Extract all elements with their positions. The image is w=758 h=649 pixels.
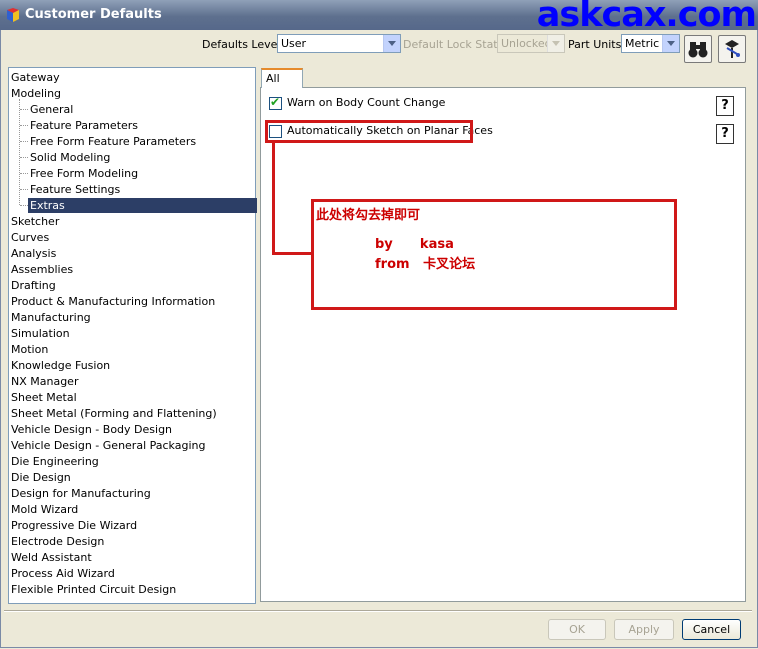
tree-branch <box>20 125 28 126</box>
tree-item-electrode-design[interactable]: Electrode Design <box>11 534 104 549</box>
find-button[interactable] <box>684 35 712 63</box>
tree-item-sketcher[interactable]: Sketcher <box>11 214 59 229</box>
tree-item-curves[interactable]: Curves <box>11 230 49 245</box>
part-units-select[interactable]: Metric <box>621 34 680 53</box>
lock-state-label: Default Lock State <box>403 38 505 51</box>
chevron-down-icon[interactable] <box>383 35 400 52</box>
tab-all-label: All <box>266 72 280 85</box>
tree-item-feature-parameters[interactable]: Feature Parameters <box>30 118 138 133</box>
tree-item-progressive-die-wizard[interactable]: Progressive Die Wizard <box>11 518 137 533</box>
binoculars-icon <box>688 42 708 58</box>
apply-button[interactable]: Apply <box>614 619 674 640</box>
window-title: Customer Defaults <box>25 7 162 22</box>
defaults-level-label: Defaults Level <box>202 38 281 51</box>
chevron-down-icon[interactable] <box>547 35 564 52</box>
cancel-button[interactable]: Cancel <box>682 619 741 640</box>
tree-item-free-form-feature-parameters[interactable]: Free Form Feature Parameters <box>30 134 196 149</box>
tree-item-motion[interactable]: Motion <box>11 342 48 357</box>
tree-branch <box>20 173 28 174</box>
report-button[interactable] <box>718 35 746 63</box>
tree-item-extras[interactable]: Extras <box>28 198 257 213</box>
annotation-line-1: 此处将勾去掉即可 <box>316 208 421 223</box>
tree-branch <box>20 157 28 158</box>
part-units-label: Part Units <box>568 38 622 51</box>
help-icon[interactable]: ? <box>716 96 734 116</box>
tree-item-mold-wizard[interactable]: Mold Wizard <box>11 502 78 517</box>
part-units-value: Metric <box>625 37 660 50</box>
tree-item-general[interactable]: General <box>30 102 73 117</box>
tree-item-modeling[interactable]: Modeling <box>11 86 61 101</box>
tree-item-free-form-modeling[interactable]: Free Form Modeling <box>30 166 138 181</box>
tab-all[interactable]: All <box>261 68 303 88</box>
annotation-connector <box>272 252 314 255</box>
annotation-line-2: by kasa <box>375 237 454 252</box>
tree-item-die-engineering[interactable]: Die Engineering <box>11 454 99 469</box>
separator <box>4 610 752 612</box>
lock-state-select[interactable]: Unlocked <box>497 34 565 53</box>
ok-button[interactable]: OK <box>548 619 606 640</box>
tree-item-simulation[interactable]: Simulation <box>11 326 70 341</box>
tree-item-die-design[interactable]: Die Design <box>11 470 71 485</box>
warn-body-count-label: Warn on Body Count Change <box>287 96 446 109</box>
tree-item-process-aid-wizard[interactable]: Process Aid Wizard <box>11 566 115 581</box>
tree-item-analysis[interactable]: Analysis <box>11 246 56 261</box>
warn-body-count-checkbox[interactable] <box>269 95 282 110</box>
tree-item-drafting[interactable]: Drafting <box>11 278 56 293</box>
tree-item-feature-settings[interactable]: Feature Settings <box>30 182 120 197</box>
tree-item-knowledge-fusion[interactable]: Knowledge Fusion <box>11 358 110 373</box>
report-icon <box>725 40 740 58</box>
annotation-line-3: from 卡叉论坛 <box>375 257 476 272</box>
lock-state-value: Unlocked <box>501 37 552 50</box>
tree-item-design-for-manufacturing[interactable]: Design for Manufacturing <box>11 486 151 501</box>
category-tree[interactable]: Gateway Modeling General Feature Paramet… <box>8 67 257 604</box>
chevron-down-icon[interactable] <box>662 35 679 52</box>
tree-branch <box>20 109 28 110</box>
tree-item-pmi[interactable]: Product & Manufacturing Information <box>11 294 215 309</box>
app-icon <box>7 8 19 22</box>
tree-item-weld-assistant[interactable]: Weld Assistant <box>11 550 92 565</box>
defaults-level-select[interactable]: User <box>277 34 401 53</box>
tree-item-flexible-printed-circuit[interactable]: Flexible Printed Circuit Design <box>11 582 176 597</box>
tree-item-solid-modeling[interactable]: Solid Modeling <box>30 150 110 165</box>
tree-item-manufacturing[interactable]: Manufacturing <box>11 310 91 325</box>
tree-item-assemblies[interactable]: Assemblies <box>11 262 73 277</box>
tree-branch <box>20 205 28 206</box>
tree-item-sheet-metal[interactable]: Sheet Metal <box>11 390 77 405</box>
highlight-box <box>265 120 473 143</box>
options-panel <box>260 87 746 602</box>
tree-item-gateway[interactable]: Gateway <box>11 70 60 85</box>
tree-item-sheet-metal-forming[interactable]: Sheet Metal (Forming and Flattening) <box>11 406 217 421</box>
tree-item-vehicle-body-design[interactable]: Vehicle Design - Body Design <box>11 422 172 437</box>
tree-item-nx-manager[interactable]: NX Manager <box>11 374 78 389</box>
annotation-connector <box>272 143 275 255</box>
tree-branch <box>20 189 28 190</box>
help-icon[interactable]: ? <box>716 124 734 144</box>
defaults-level-value: User <box>281 37 307 50</box>
tree-branch <box>20 141 28 142</box>
tree-item-vehicle-general-packaging[interactable]: Vehicle Design - General Packaging <box>11 438 205 453</box>
